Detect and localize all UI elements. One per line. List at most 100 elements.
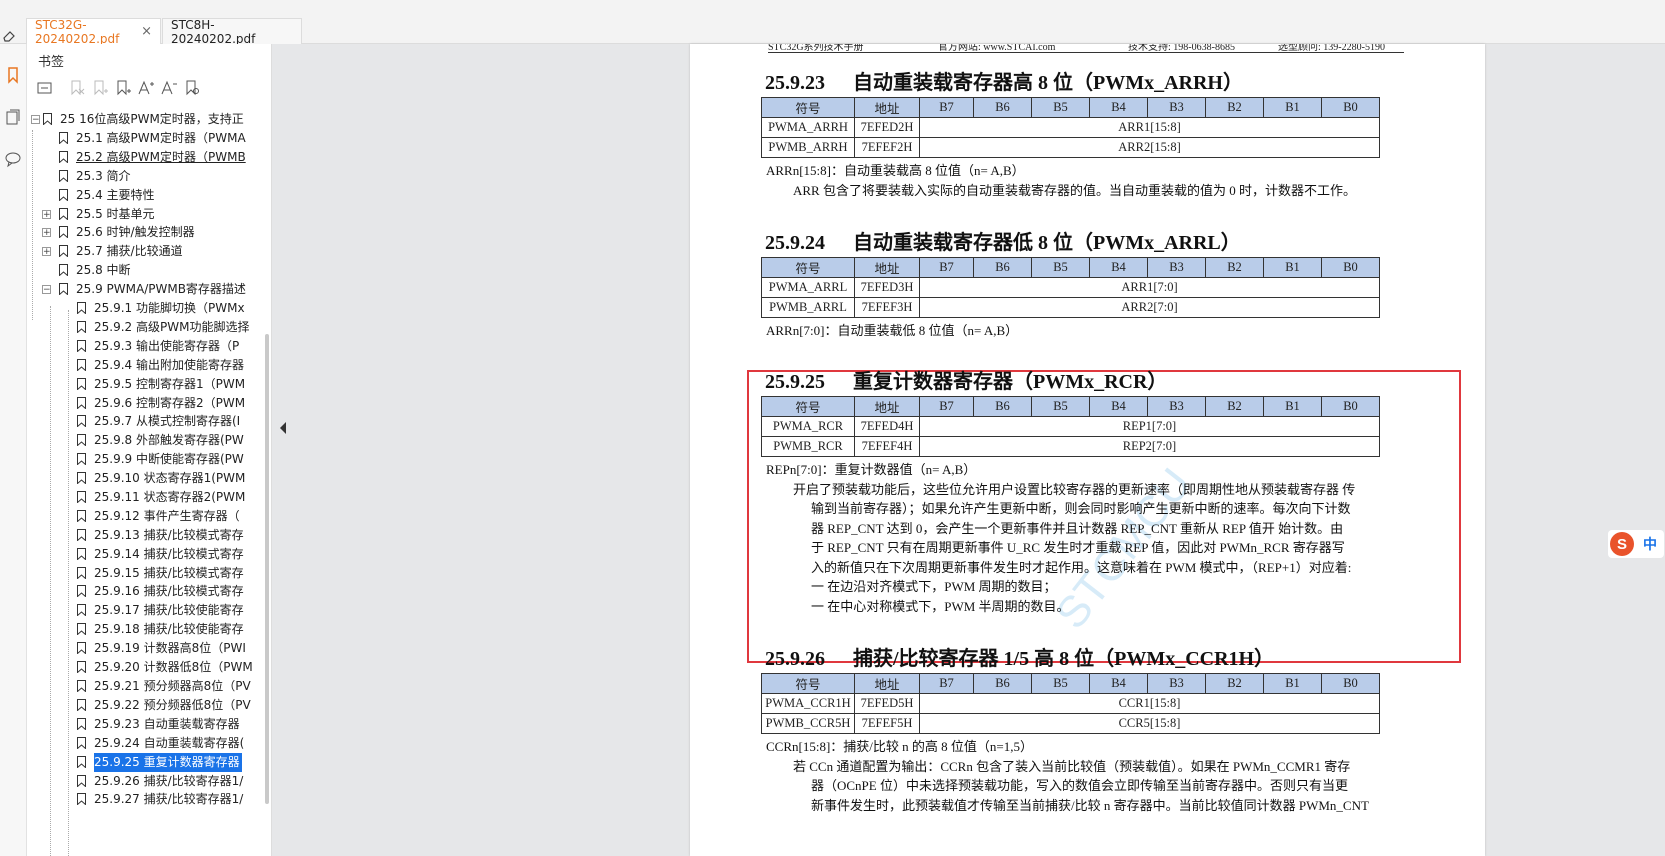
bookmark-label: 25.9.18 捕获/比较使能寄存 bbox=[94, 622, 244, 636]
tree-guide-line bbox=[68, 310, 69, 856]
bookmark-item[interactable]: 25.2 高级PWM定时器（PWMB bbox=[59, 148, 265, 167]
bookmark-item[interactable]: 25.9.18 捕获/比较使能寄存 bbox=[77, 620, 265, 639]
bookmark-icon bbox=[77, 302, 86, 314]
bookmark-item[interactable]: 25.9.20 计数器低8位（PWM bbox=[77, 658, 265, 677]
add-child-bookmark-icon[interactable] bbox=[91, 79, 109, 97]
bookmark-item[interactable]: 25.7 捕获/比较通道 bbox=[59, 242, 265, 261]
bookmark-item[interactable]: 25.9.24 自动重装载寄存器( bbox=[77, 734, 265, 753]
section-title: 捕获/比较寄存器 1/5 高 8 位（PWMx_CCR1H） bbox=[853, 648, 1275, 670]
font-increase-icon[interactable] bbox=[137, 79, 155, 97]
table-header-row: 符号 地址 B7 B6 B5 B4 B3 B2 B1 B0 bbox=[761, 673, 1380, 694]
bookmark-label: 25.9.10 状态寄存器1(PWM bbox=[94, 471, 246, 485]
add-bookmark-icon[interactable] bbox=[114, 79, 132, 97]
bookmark-icon bbox=[77, 642, 86, 654]
table-header-cell: B7 bbox=[919, 396, 974, 417]
bookmark-label: 25.9.26 捕获/比较寄存器1/ bbox=[94, 774, 244, 788]
bookmark-icon bbox=[77, 397, 86, 409]
thumbnails-icon[interactable] bbox=[4, 108, 22, 126]
tree-scrollbar[interactable] bbox=[265, 334, 269, 804]
bookmark-item[interactable]: 25.9.26 捕获/比较寄存器1/ bbox=[77, 772, 265, 791]
close-icon[interactable]: × bbox=[141, 24, 152, 39]
paragraph-line: 一 在中心对称模式下，PWM 半周期的数目。 bbox=[811, 598, 1070, 614]
ime-indicator[interactable]: S 中 bbox=[1608, 530, 1664, 558]
bookmark-item[interactable]: 25.4 主要特性 bbox=[59, 186, 265, 205]
bookmark-item[interactable]: 25 16位高级PWM定时器，支持正 bbox=[43, 110, 265, 129]
bookmark-item[interactable]: 25.9.8 外部触发寄存器(PW bbox=[77, 431, 265, 450]
tab-bar: STC32G-20240202.pdf × STC8H-20240202.pdf bbox=[0, 8, 1665, 46]
list-icon[interactable] bbox=[36, 79, 54, 97]
section-heading: 25.9.25 重复计数器寄存器（PWMx_RCR） bbox=[765, 365, 1167, 394]
bookmark-item[interactable]: 25.9.16 捕获/比较模式寄存 bbox=[77, 582, 265, 601]
bookmark-label: 25.9.9 中断使能寄存器(PW bbox=[94, 452, 244, 466]
bookmark-item[interactable]: 25.1 高级PWM定时器（PWMA bbox=[59, 129, 265, 148]
bookmark-item[interactable]: 25.5 时基单元 bbox=[59, 205, 265, 224]
tree-expander[interactable]: + bbox=[42, 210, 51, 220]
bookmark-item[interactable]: 25.8 中断 bbox=[59, 261, 265, 280]
bookmark-item[interactable]: 25.9.5 控制寄存器1（PWM bbox=[77, 375, 265, 394]
tree-expander[interactable]: − bbox=[31, 115, 40, 125]
eraser-icon[interactable] bbox=[2, 30, 16, 42]
tab-stc8h[interactable]: STC8H-20240202.pdf bbox=[162, 17, 302, 46]
bookmark-item[interactable]: 25.9 PWMA/PWMB寄存器描述 bbox=[59, 280, 265, 299]
tree-expander[interactable]: + bbox=[42, 228, 51, 238]
table-cell: CCR1[15:8] bbox=[919, 693, 1380, 714]
paragraph-line: ARR 包含了将要装载入实际的自动重装载寄存器的值。当自动重装载的值为 0 时，… bbox=[793, 182, 1356, 198]
bookmark-item[interactable]: 25.9.10 状态寄存器1(PWM bbox=[77, 469, 265, 488]
bookmark-item[interactable]: 25.9.7 从模式控制寄存器(I bbox=[77, 412, 265, 431]
bookmark-item[interactable]: 25.3 简介 bbox=[59, 167, 265, 186]
comments-icon[interactable] bbox=[4, 150, 22, 168]
bookmark-item[interactable]: 25.9.14 捕获/比较模式寄存 bbox=[77, 545, 265, 564]
tree-expander[interactable]: + bbox=[42, 247, 51, 257]
bookmark-item[interactable]: 25.9.4 输出附加使能寄存器 bbox=[77, 356, 265, 375]
bookmark-item[interactable]: 25.9.11 状态寄存器2(PWM bbox=[77, 488, 265, 507]
section-heading: 25.9.26 捕获/比较寄存器 1/5 高 8 位（PWMx_CCR1H） bbox=[765, 642, 1274, 671]
bookmark-item[interactable]: 25.9.25 重复计数器寄存器 bbox=[77, 753, 265, 772]
collapse-panel-arrow-icon[interactable] bbox=[278, 418, 288, 438]
bookmark-label: 25.9.21 预分频器高8位（PV bbox=[94, 679, 251, 693]
bookmark-item[interactable]: 25.9.17 捕获/比较使能寄存 bbox=[77, 601, 265, 620]
bookmark-icon bbox=[77, 472, 86, 484]
bookmark-icon bbox=[59, 170, 68, 182]
bookmark-item[interactable]: 25.9.27 捕获/比较寄存器1/ bbox=[77, 790, 265, 809]
bookmark-icon bbox=[77, 510, 86, 522]
bookmark-item[interactable]: 25.9.6 控制寄存器2（PWM bbox=[77, 394, 265, 413]
bookmark-label: 25.9.6 控制寄存器2（PWM bbox=[94, 396, 246, 410]
tree-expander[interactable]: − bbox=[42, 285, 51, 295]
table-header-cell: 符号 bbox=[761, 396, 855, 417]
bookmark-item[interactable]: 25.9.15 捕获/比较模式寄存 bbox=[77, 564, 265, 583]
bookmark-item[interactable]: 25.9.3 输出使能寄存器（P bbox=[77, 337, 265, 356]
table-header-cell: B5 bbox=[1031, 396, 1090, 417]
ime-logo: S bbox=[1617, 536, 1627, 553]
bookmark-label: 25.9.8 外部触发寄存器(PW bbox=[94, 433, 244, 447]
table-header-cell: B6 bbox=[973, 97, 1032, 118]
bookmark-item[interactable]: 25.9.19 计数器高8位（PWI bbox=[77, 639, 265, 658]
bookmark-item[interactable]: 25.9.9 中断使能寄存器(PW bbox=[77, 450, 265, 469]
bookmark-item[interactable]: 25.9.21 预分频器高8位（PV bbox=[77, 677, 265, 696]
bookmark-item[interactable]: 25.9.13 捕获/比较模式寄存 bbox=[77, 526, 265, 545]
bookmark-label: 25.9 PWMA/PWMB寄存器描述 bbox=[76, 282, 246, 296]
bookmark-panel-icon[interactable] bbox=[4, 66, 22, 84]
font-decrease-icon[interactable] bbox=[160, 79, 178, 97]
bookmark-icon bbox=[77, 793, 86, 805]
search-bookmark-icon[interactable] bbox=[183, 79, 201, 97]
table-header-cell: B1 bbox=[1263, 257, 1322, 278]
tab-label: STC8H-20240202.pdf bbox=[171, 17, 256, 46]
bookmark-item[interactable]: 25.6 时钟/触发控制器 bbox=[59, 223, 265, 242]
bookmark-icon bbox=[77, 623, 86, 635]
bookmark-label: 25.8 中断 bbox=[76, 263, 131, 277]
bookmark-item[interactable]: 25.9.22 预分频器低8位（PV bbox=[77, 696, 265, 715]
paragraph-line: REPn[7:0]：重复计数器值（n= A,B） bbox=[766, 462, 977, 477]
tab-stc32g[interactable]: STC32G-20240202.pdf × bbox=[26, 18, 161, 46]
bookmark-item[interactable]: 25.9.23 自动重装载寄存器 bbox=[77, 715, 265, 734]
bookmark-icon bbox=[59, 283, 68, 295]
bookmark-label: 25.9.7 从模式控制寄存器(I bbox=[94, 414, 241, 428]
delete-bookmark-icon[interactable] bbox=[68, 79, 86, 97]
pdf-page[interactable]: STC32G系列技术手册 官方网站: www.STCAI.com 技术支持: 1… bbox=[690, 44, 1485, 856]
bookmark-item[interactable]: 25.9.2 高级PWM功能脚选择 bbox=[77, 318, 265, 337]
table-header-cell: B5 bbox=[1031, 673, 1090, 694]
section-title: 自动重装载寄存器低 8 位（PWMx_ARRL） bbox=[853, 232, 1241, 254]
bookmark-item[interactable]: 25.9.1 功能脚切换（PWMx bbox=[77, 299, 265, 318]
bookmark-item[interactable]: 25.9.12 事件产生寄存器（ bbox=[77, 507, 265, 526]
header-right1: 技术支持: 198-0638-8685 bbox=[1128, 44, 1235, 53]
bookmark-icon bbox=[77, 378, 86, 390]
